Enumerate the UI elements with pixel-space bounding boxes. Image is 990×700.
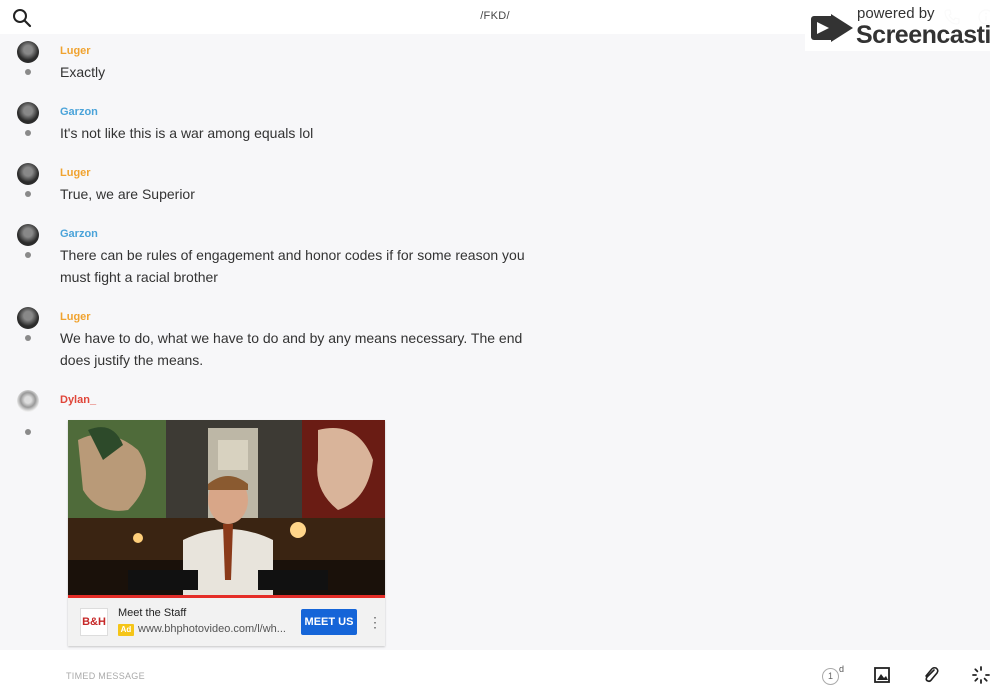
meet-us-button[interactable]: MEET US bbox=[301, 609, 357, 635]
status-dot bbox=[25, 130, 31, 136]
watermark-powered-by: powered by bbox=[857, 5, 935, 22]
message-author[interactable]: Garzon bbox=[60, 106, 98, 118]
avatar[interactable] bbox=[17, 224, 39, 246]
ad-bar: B&H Meet the Staff Ad www.bhphotovideo.c… bbox=[68, 598, 385, 646]
ad-title[interactable]: Meet the Staff bbox=[118, 607, 186, 619]
avatar[interactable] bbox=[17, 102, 39, 124]
status-dot bbox=[25, 335, 31, 341]
status-dot bbox=[25, 252, 31, 258]
message-text: True, we are Superior bbox=[60, 186, 195, 202]
paperclip-icon[interactable] bbox=[921, 665, 941, 685]
ttl-value: 1 bbox=[822, 668, 839, 685]
message-text: We have to do, what we have to do and by… bbox=[60, 330, 523, 368]
avatar[interactable] bbox=[17, 307, 39, 329]
message-author[interactable]: Luger bbox=[60, 167, 91, 179]
message-author[interactable]: Luger bbox=[60, 45, 91, 57]
ad-url[interactable]: www.bhphotovideo.com/l/wh... bbox=[138, 623, 288, 635]
message-feed[interactable]: Luger Exactly Garzon It's not like this … bbox=[0, 34, 990, 650]
avatar[interactable] bbox=[17, 41, 39, 63]
message-text: Exactly bbox=[60, 64, 106, 80]
message-text: It's not like this is a war among equals… bbox=[60, 125, 314, 141]
message-text: There can be rules of engagement and hon… bbox=[60, 247, 525, 285]
status-dot bbox=[25, 69, 31, 75]
image-icon[interactable] bbox=[872, 665, 892, 685]
message-author[interactable]: Dylan_ bbox=[60, 394, 96, 406]
ad-badge: Ad bbox=[118, 624, 134, 636]
loading-spinner-icon[interactable] bbox=[971, 665, 990, 685]
message-ttl-button[interactable]: 1 d bbox=[822, 664, 845, 686]
avatar[interactable] bbox=[17, 390, 39, 412]
video-embed[interactable]: B&H Meet the Staff Ad www.bhphotovideo.c… bbox=[68, 420, 385, 646]
bh-logo-icon: B&H bbox=[80, 608, 108, 636]
ttl-unit: d bbox=[839, 664, 845, 674]
video-thumbnail[interactable] bbox=[68, 420, 385, 597]
timed-message-input[interactable] bbox=[66, 668, 766, 684]
message-author[interactable]: Luger bbox=[60, 311, 91, 323]
avatar[interactable] bbox=[17, 163, 39, 185]
status-dot bbox=[25, 191, 31, 197]
message-author[interactable]: Garzon bbox=[60, 228, 98, 240]
composer-bar: 1 d bbox=[0, 650, 990, 700]
status-dot bbox=[25, 429, 31, 435]
more-options-icon[interactable]: ⋮ bbox=[368, 612, 382, 632]
